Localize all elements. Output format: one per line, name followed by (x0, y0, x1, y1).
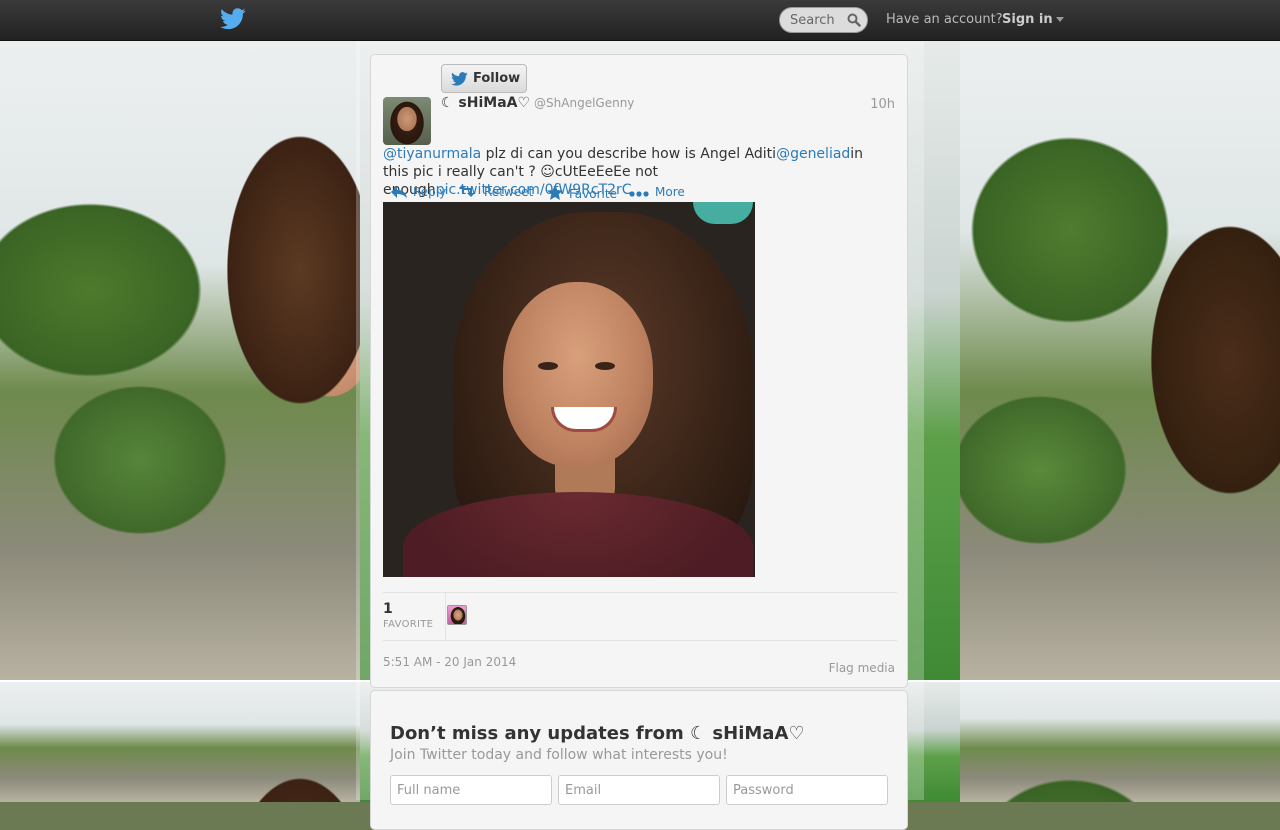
background-tile-right (960, 682, 1280, 802)
twitter-bird-icon (451, 72, 468, 86)
password-field[interactable] (726, 775, 888, 805)
media-eye (538, 362, 558, 370)
tweet-card: Follow ☾ sHiMaA♡ @ShAngelGenny 10h @tiyan… (370, 54, 908, 688)
tweet-time[interactable]: 10h (870, 97, 895, 112)
signup-subheading: Join Twitter today and follow what inter… (390, 747, 728, 763)
media-eye (595, 362, 615, 370)
tweet-media-image[interactable] (383, 202, 755, 577)
background-tile-left (0, 682, 360, 802)
signup-heading: Don’t miss any updates from ☾ sHiMaA♡ (390, 723, 805, 744)
more-dots-icon (629, 191, 649, 197)
media-light (693, 202, 753, 224)
mention-link[interactable]: @geneliad (776, 146, 850, 162)
tweet-text-part: plz di can you describe how is Angel Adi… (481, 146, 777, 162)
retweet-action[interactable]: Retweet (459, 185, 533, 199)
author-fullname[interactable]: ☾ sHiMaA♡ (441, 95, 530, 111)
favorite-label: Favorite (569, 187, 617, 201)
background-tile-left (0, 40, 360, 680)
search-input[interactable] (790, 12, 842, 28)
favorites-count[interactable]: 1 (383, 601, 393, 617)
reply-action[interactable]: Reply (391, 185, 446, 199)
more-action[interactable]: More (629, 185, 685, 199)
email-field[interactable] (558, 775, 720, 805)
reply-icon (391, 186, 407, 198)
reply-label: Reply (413, 185, 447, 199)
follow-button[interactable]: Follow (441, 64, 527, 93)
favorites-label[interactable]: FAVORITE (383, 619, 433, 630)
top-navigation-bar: Have an account? Sign in (0, 0, 1280, 41)
sign-in-dropdown[interactable]: Sign in (1002, 12, 1064, 27)
favorite-action[interactable]: Favorite (547, 185, 617, 201)
more-label: More (655, 185, 685, 199)
signup-card: Don’t miss any updates from ☾ sHiMaA♡ Jo… (370, 690, 908, 830)
full-name-field[interactable] (390, 775, 552, 805)
search-box[interactable] (779, 7, 868, 33)
twitter-bird-icon[interactable] (220, 8, 246, 30)
star-icon (547, 185, 563, 200)
author-avatar[interactable] (383, 97, 431, 145)
media-face (503, 282, 653, 467)
search-icon[interactable] (847, 13, 861, 27)
tweet-timestamp: 5:51 AM - 20 Jan 2014 (383, 655, 517, 669)
have-account-text: Have an account? (886, 12, 1003, 27)
author-handle[interactable]: @ShAngelGenny (534, 96, 634, 110)
tweet-stats: 1 FAVORITE (383, 592, 897, 641)
retweet-label: Retweet (484, 185, 534, 199)
chevron-down-icon[interactable] (1055, 17, 1064, 22)
mention-link[interactable]: @tiyanurmala (383, 146, 481, 162)
stats-divider (445, 593, 446, 640)
favoriter-avatar[interactable] (447, 605, 467, 625)
flag-media-link[interactable]: Flag media (829, 661, 895, 675)
background-tile-right (960, 40, 1280, 680)
sign-in-label[interactable]: Sign in (1002, 12, 1053, 27)
author-name-line[interactable]: ☾ sHiMaA♡ @ShAngelGenny (441, 95, 634, 111)
follow-label: Follow (473, 71, 521, 86)
retweet-icon (459, 185, 475, 197)
